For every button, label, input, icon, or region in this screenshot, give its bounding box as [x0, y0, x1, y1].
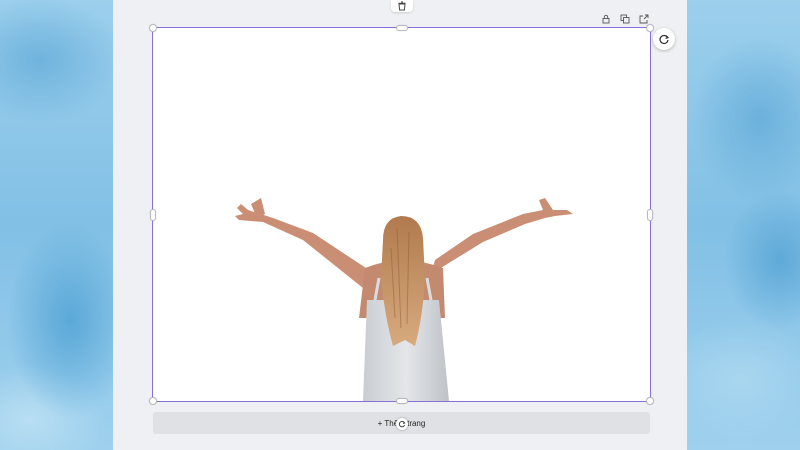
refresh-page-button[interactable]	[653, 28, 675, 50]
delete-element-button[interactable]	[391, 0, 413, 12]
resize-handle-top[interactable]	[396, 25, 408, 31]
resize-handle-bottom-left[interactable]	[149, 397, 157, 405]
woman-raised-arms-photo[interactable]	[153, 28, 650, 401]
trash-icon	[397, 1, 407, 11]
resize-handle-right[interactable]	[647, 209, 653, 221]
page-toolbar	[598, 12, 651, 26]
refresh-icon	[658, 33, 670, 45]
resize-handle-bottom-right[interactable]	[646, 397, 654, 405]
resize-handle-bottom[interactable]	[396, 398, 408, 404]
design-canvas[interactable]	[152, 27, 651, 402]
resize-handle-top-right[interactable]	[646, 24, 654, 32]
share-icon	[639, 14, 649, 24]
resize-handle-left[interactable]	[150, 209, 156, 221]
lock-page-button[interactable]	[598, 12, 613, 26]
resize-handle-top-left[interactable]	[149, 24, 157, 32]
rotate-icon	[398, 420, 406, 428]
lock-icon	[601, 14, 611, 24]
duplicate-icon	[620, 14, 630, 24]
duplicate-page-button[interactable]	[617, 12, 632, 26]
rotate-handle[interactable]	[396, 418, 408, 430]
